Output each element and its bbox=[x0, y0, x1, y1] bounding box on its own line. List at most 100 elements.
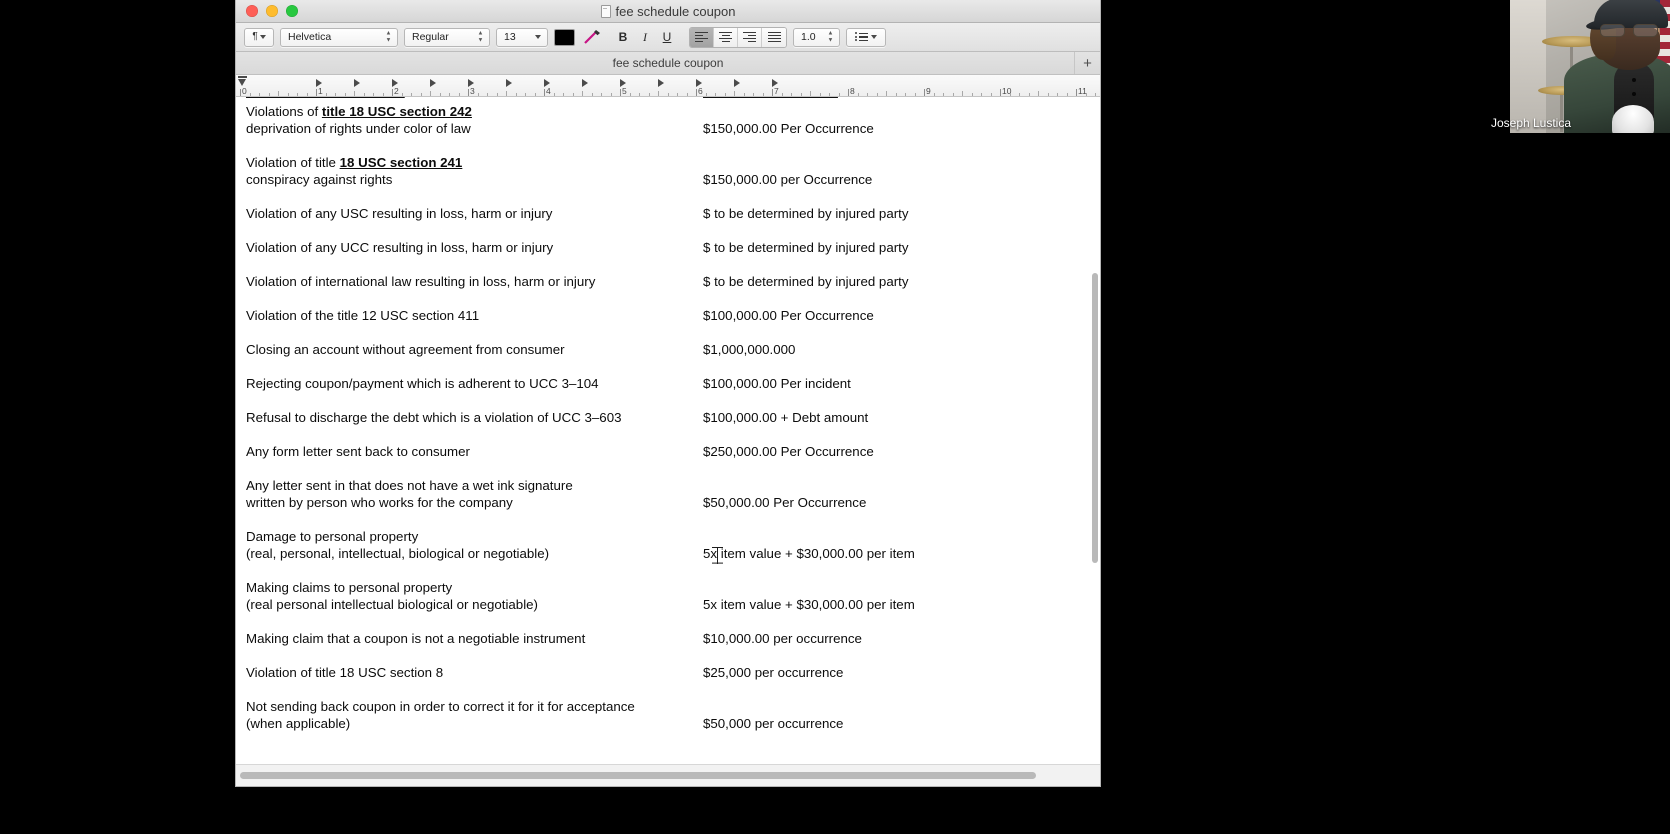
webcam-overlay[interactable]: Joseph Lustica bbox=[1438, 0, 1670, 133]
tab-fee-schedule-coupon[interactable]: fee schedule coupon bbox=[613, 56, 724, 70]
fee-schedule-row[interactable]: Violation of international law resulting… bbox=[241, 273, 1084, 307]
ruler-minor-tick bbox=[591, 93, 593, 96]
vertical-scrollbar-thumb[interactable] bbox=[1092, 273, 1098, 563]
align-center-button[interactable] bbox=[714, 27, 738, 47]
fee-schedule-row[interactable]: Violation of any USC resulting in loss, … bbox=[241, 205, 1084, 239]
fee-schedule-row[interactable]: Violation of any UCC resulting in loss, … bbox=[241, 239, 1084, 273]
fee-schedule-row[interactable]: Any letter sent in that does not have a … bbox=[241, 477, 1084, 528]
alignment-group bbox=[689, 26, 787, 48]
text-color-swatch[interactable] bbox=[554, 28, 575, 46]
fee-schedule-row[interactable]: Making claims to personal property (real … bbox=[241, 579, 1084, 630]
fee-schedule-row[interactable]: Violation of title 18 USC section 8 $25,0… bbox=[241, 664, 1084, 698]
document-ruler[interactable]: 0 1 2 3 4 5 6 7 8 9 10 11 bbox=[236, 75, 1100, 97]
ruler-minor-tick bbox=[401, 93, 403, 96]
document-scroll-area[interactable]: PROHIBITED ACTION ASSOCIATED FEE Violati… bbox=[236, 97, 1100, 763]
ruler-tab-stop[interactable] bbox=[392, 79, 398, 87]
fee-schedule-row[interactable]: Violation of title 18 USC section 241 con… bbox=[241, 154, 1084, 205]
fee-schedule-row[interactable]: Rejecting coupon/payment which is adhere… bbox=[241, 375, 1084, 409]
row-associated-fee: $100,000.00 + Debt amount bbox=[703, 410, 869, 425]
fee-schedule-row[interactable]: Violation of the title 12 USC section 41… bbox=[241, 307, 1084, 341]
ruler-minor-tick bbox=[819, 93, 821, 96]
window-titlebar[interactable]: fee schedule coupon bbox=[236, 0, 1100, 23]
italic-button[interactable]: I bbox=[635, 28, 655, 47]
ruler-minor-tick bbox=[1085, 93, 1087, 96]
ruler-minor-tick bbox=[411, 93, 412, 96]
ruler-tab-stop[interactable] bbox=[354, 79, 360, 87]
ruler-tab-stop[interactable] bbox=[544, 79, 550, 87]
ruler-major-tick bbox=[696, 89, 697, 96]
row-associated-fee: $250,000.00 Per Occurrence bbox=[703, 444, 874, 459]
ruler-minor-tick bbox=[382, 93, 384, 96]
align-justify-button[interactable] bbox=[762, 27, 786, 47]
fee-schedule-row[interactable]: Any form letter sent back to consumer $25… bbox=[241, 443, 1084, 477]
column-header-prohibited-action: PROHIBITED ACTION bbox=[246, 97, 405, 101]
statute-reference: title 18 USC section 242 bbox=[321, 104, 472, 119]
ruler-major-tick bbox=[848, 89, 849, 96]
formatting-toolbar: ¶ Helvetica ▲ ▼ Regular ▲ ▼ 13 B I U 1.0… bbox=[236, 23, 1100, 52]
fee-schedule-row[interactable]: Not sending back coupon in order to corr… bbox=[241, 698, 1084, 749]
ruler-tab-stop[interactable] bbox=[316, 79, 322, 87]
ruler-minor-tick bbox=[487, 93, 488, 96]
row-prohibited-action: Refusal to discharge the debt which is a… bbox=[246, 410, 622, 425]
fee-schedule-row[interactable]: Refusal to discharge the debt which is a… bbox=[241, 409, 1084, 443]
ruler-minor-tick bbox=[458, 93, 460, 96]
minimize-window-icon[interactable] bbox=[266, 5, 278, 17]
row-prohibited-action: Rejecting coupon/payment which is adhere… bbox=[246, 376, 599, 391]
ruler-minor-tick bbox=[677, 93, 678, 96]
row-associated-fee: $1,000,000.000 bbox=[703, 342, 796, 357]
ruler-tab-stop[interactable] bbox=[696, 79, 702, 87]
row-prohibited-action: Not sending back coupon in order to corr… bbox=[246, 699, 635, 731]
row-associated-fee: $25,000 per occurrence bbox=[703, 665, 844, 680]
list-style-dropdown[interactable] bbox=[846, 27, 886, 47]
fee-schedule-row[interactable]: Making claim that a coupon is not a nego… bbox=[241, 630, 1084, 664]
ruler-tab-stop[interactable] bbox=[506, 79, 512, 87]
ruler-number: 8 bbox=[850, 86, 855, 96]
ruler-minor-tick bbox=[477, 93, 479, 96]
ruler-tab-stop[interactable] bbox=[468, 79, 474, 87]
ruler-minor-tick bbox=[249, 93, 251, 96]
vertical-scrollbar[interactable] bbox=[1092, 217, 1098, 763]
ruler-minor-tick bbox=[800, 93, 802, 96]
align-right-button[interactable] bbox=[738, 27, 762, 47]
align-left-button[interactable] bbox=[690, 27, 714, 47]
ruler-minor-tick bbox=[572, 93, 574, 96]
ruler-tab-stop[interactable] bbox=[582, 79, 588, 87]
font-size-dropdown[interactable]: 13 bbox=[496, 27, 548, 47]
ruler-minor-tick bbox=[734, 91, 735, 96]
screen-root: fee schedule coupon ¶ Helvetica ▲ ▼ Regul… bbox=[0, 0, 1670, 834]
document-page[interactable]: PROHIBITED ACTION ASSOCIATED FEE Violati… bbox=[236, 97, 1084, 749]
ruler-number: 4 bbox=[546, 86, 551, 96]
ruler-tab-stop[interactable] bbox=[620, 79, 626, 87]
underline-button[interactable]: U bbox=[657, 28, 677, 47]
ruler-tab-stop[interactable] bbox=[734, 79, 740, 87]
ruler-tab-stop[interactable] bbox=[430, 79, 436, 87]
maximize-window-icon[interactable] bbox=[286, 5, 298, 17]
ruler-minor-tick bbox=[791, 93, 792, 96]
textedit-window: fee schedule coupon ¶ Helvetica ▲ ▼ Regul… bbox=[236, 0, 1100, 786]
horizontal-scrollbar-thumb[interactable] bbox=[240, 772, 1036, 779]
row-prohibited-action: Violation of title 18 USC section 8 bbox=[246, 665, 444, 680]
ruler-minor-tick bbox=[278, 91, 279, 96]
fee-schedule-row[interactable]: Closing an account without agreement fro… bbox=[241, 341, 1084, 375]
row-associated-fee: 5x item value + $30,000.00 per item bbox=[703, 597, 915, 612]
fee-schedule-row[interactable]: Damage to personal property (real, person… bbox=[241, 528, 1084, 579]
ruler-minor-tick bbox=[962, 91, 963, 96]
bold-button[interactable]: B bbox=[613, 28, 633, 47]
fee-schedule-row[interactable]: Violations of title 18 USC section 242 d… bbox=[241, 103, 1084, 154]
ruler-minor-tick bbox=[886, 91, 887, 96]
ruler-major-tick bbox=[772, 89, 773, 96]
font-family-dropdown[interactable]: Helvetica ▲ ▼ bbox=[280, 27, 398, 47]
ruler-tab-stop[interactable] bbox=[772, 79, 778, 87]
line-spacing-dropdown[interactable]: 1.0 ▲ ▼ bbox=[793, 27, 840, 47]
new-tab-button[interactable]: + bbox=[1074, 52, 1100, 74]
close-window-icon[interactable] bbox=[246, 5, 258, 17]
row-associated-fee: $ to be determined by injured party bbox=[703, 206, 909, 221]
ruler-major-tick bbox=[1000, 89, 1001, 96]
horizontal-scrollbar[interactable] bbox=[236, 764, 1100, 786]
statute-reference: 18 USC section 241 bbox=[339, 155, 463, 170]
ruler-minor-tick bbox=[420, 93, 422, 96]
font-style-dropdown[interactable]: Regular ▲ ▼ bbox=[404, 27, 490, 47]
paragraph-style-dropdown[interactable]: ¶ bbox=[244, 27, 274, 47]
ruler-tab-stop[interactable] bbox=[658, 79, 664, 87]
highlight-pen-icon[interactable] bbox=[581, 28, 603, 47]
